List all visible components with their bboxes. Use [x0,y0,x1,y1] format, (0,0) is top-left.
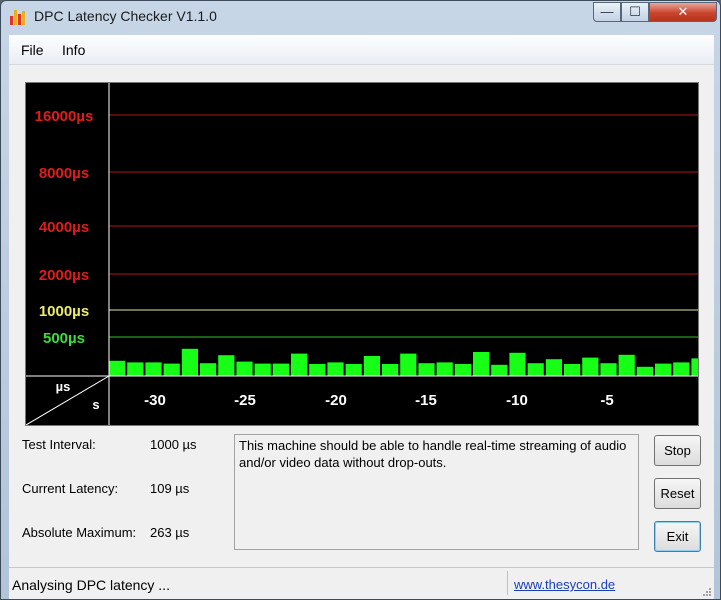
latency-graph-canvas: 16000µs 8000µs 4000µs 2000µs 1000µs 500µs µs s -… [26,83,698,425]
y-axis-label: 4000µs [39,219,89,236]
latency-bar [473,352,490,376]
latency-bar [564,364,581,376]
menu-bar: File Info [9,35,714,65]
latency-bar [200,363,217,376]
latency-bar [436,362,453,376]
latency-bar [181,348,198,376]
latency-bar [618,354,635,376]
test-interval-label: Test Interval: [22,437,96,452]
status-bar: Analysing DPC latency ... www.thesycon.d… [9,567,714,599]
app-window: DPC Latency Checker V1.1.0 — ☐ ✕ File In… [0,0,721,600]
latency-bar [163,363,180,376]
menu-info[interactable]: Info [62,42,85,58]
latency-bar [454,364,471,376]
latency-bar [291,353,308,376]
latency-bar [545,359,562,376]
y-axis-label: 500µs [43,330,85,347]
exit-button[interactable]: Exit [654,521,701,552]
latency-graph: 16000µs 8000µs 4000µs 2000µs 1000µs 500µs µs s -… [25,82,699,426]
menu-file[interactable]: File [21,42,44,58]
latency-bar [655,363,672,376]
latency-bar [636,366,653,376]
x-tick-label: -10 [506,392,528,409]
current-latency-value: 109 µs [150,481,190,496]
corner-seconds-label: s [92,397,99,412]
resize-grip-icon[interactable] [702,587,712,597]
latency-bar [400,353,417,376]
latency-bar [327,362,344,376]
corner-unit-label: µs [56,379,71,394]
reset-button[interactable]: Reset [654,478,701,509]
y-axis-label: 2000µs [39,267,89,284]
x-tick-label: -5 [600,392,613,409]
latency-bar [673,362,690,376]
app-icon [10,9,27,25]
latency-bar [418,363,435,376]
website-link[interactable]: www.thesycon.de [514,577,615,592]
x-tick-label: -30 [144,392,166,409]
y-axis-label: 16000µs [35,108,94,125]
current-latency-label: Current Latency: [22,481,119,496]
stop-button[interactable]: Stop [654,435,701,466]
title-bar[interactable]: DPC Latency Checker V1.1.0 — ☐ ✕ [1,1,720,33]
maximize-button[interactable]: ☐ [621,2,649,22]
latency-bar [236,361,253,376]
latency-bar [600,363,617,376]
latency-bar [345,364,362,376]
latency-bar [382,364,399,376]
close-button[interactable]: ✕ [649,2,717,22]
latency-bar [491,364,508,376]
y-axis-label: 8000µs [39,165,89,182]
status-text: Analysing DPC latency ... [12,577,170,593]
test-interval-value: 1000 µs [150,437,197,452]
result-message: This machine should be able to handle re… [234,434,639,550]
absolute-maximum-label: Absolute Maximum: [22,525,137,540]
latency-bar [582,357,599,376]
window-title: DPC Latency Checker V1.1.0 [34,8,217,24]
latency-bar [272,363,289,376]
absolute-maximum-value: 263 µs [150,525,190,540]
status-separator [507,571,508,595]
latency-bar [145,362,162,376]
latency-bar [509,352,526,376]
minimize-button[interactable]: — [593,2,621,22]
latency-bar [254,363,271,376]
latency-bar [363,356,380,376]
latency-bar [309,364,326,376]
latency-bar [127,362,144,376]
latency-bar [527,363,544,376]
latency-bar [109,360,126,376]
client-area: File Info 16000µs 8000µs 4000µs 2000µs 1000µ… [9,35,714,599]
latency-bar [691,358,698,376]
latency-bar [218,355,235,376]
x-tick-label: -25 [234,392,256,409]
x-tick-label: -20 [325,392,347,409]
x-tick-label: -15 [415,392,437,409]
y-axis-label: 1000µs [39,303,89,320]
